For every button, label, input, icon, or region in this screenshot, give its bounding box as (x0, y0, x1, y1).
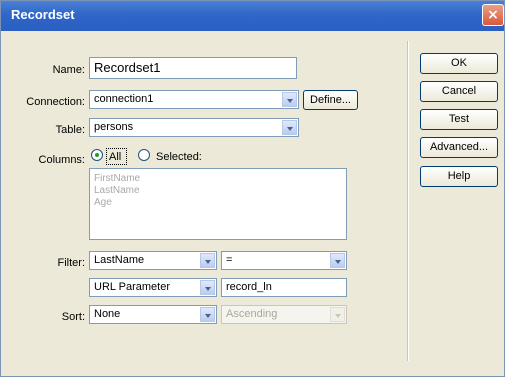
list-item[interactable]: FirstName (94, 173, 140, 184)
connection-label: Connection: (26, 96, 85, 108)
list-item[interactable]: Age (94, 197, 112, 208)
filter-source-value: URL Parameter (94, 281, 171, 293)
chevron-down-icon (330, 307, 345, 322)
chevron-down-icon[interactable] (200, 253, 215, 268)
table-label: Table: (55, 124, 85, 136)
chevron-down-icon[interactable] (200, 307, 215, 322)
chevron-down-icon[interactable] (282, 120, 297, 135)
table-select[interactable]: persons (89, 118, 299, 137)
filter-operator-value: = (226, 254, 233, 266)
sort-column-value: None (94, 308, 121, 320)
recordset-dialog: Recordset × Name: Recordset1 Connection:… (0, 0, 505, 377)
window-title: Recordset (11, 7, 75, 22)
radio-all-icon[interactable] (91, 149, 103, 161)
filter-label: Filter: (57, 257, 86, 269)
columns-selected-label[interactable]: Selected: (156, 151, 202, 163)
radio-selected-icon[interactable] (138, 149, 150, 161)
connection-select[interactable]: connection1 (89, 90, 299, 109)
chevron-down-icon[interactable] (200, 280, 215, 295)
chevron-down-icon[interactable] (330, 253, 345, 268)
sort-column-select[interactable]: None (89, 305, 217, 324)
name-label: Name: (52, 64, 85, 76)
help-button[interactable]: Help (420, 166, 498, 187)
name-input[interactable]: Recordset1 (89, 57, 297, 79)
test-button[interactable]: Test (420, 109, 498, 130)
title-bar[interactable]: Recordset × (1, 1, 504, 31)
close-icon: × (487, 7, 499, 23)
columns-all-label[interactable]: All (109, 151, 121, 163)
filter-value-input[interactable]: record_ln (221, 278, 347, 297)
chevron-down-icon[interactable] (282, 92, 297, 107)
close-button[interactable]: × (482, 4, 504, 26)
sort-order-select: Ascending (221, 305, 347, 324)
cancel-button[interactable]: Cancel (420, 81, 498, 102)
panel-divider (407, 41, 409, 361)
filter-source-select[interactable]: URL Parameter (89, 278, 217, 297)
connection-select-value: connection1 (94, 93, 154, 105)
sort-order-value: Ascending (226, 308, 278, 320)
ok-button[interactable]: OK (420, 53, 498, 74)
define-button[interactable]: Define... (303, 90, 358, 110)
sort-label: Sort: (61, 311, 85, 323)
filter-column-select[interactable]: LastName (89, 251, 217, 270)
filter-operator-select[interactable]: = (221, 251, 347, 270)
columns-label: Columns: (38, 154, 85, 166)
list-item[interactable]: LastName (94, 185, 140, 196)
advanced-button[interactable]: Advanced... (420, 137, 498, 158)
filter-column-value: LastName (94, 254, 145, 266)
table-select-value: persons (94, 121, 134, 133)
columns-listbox[interactable]: FirstName LastName Age (89, 168, 347, 240)
